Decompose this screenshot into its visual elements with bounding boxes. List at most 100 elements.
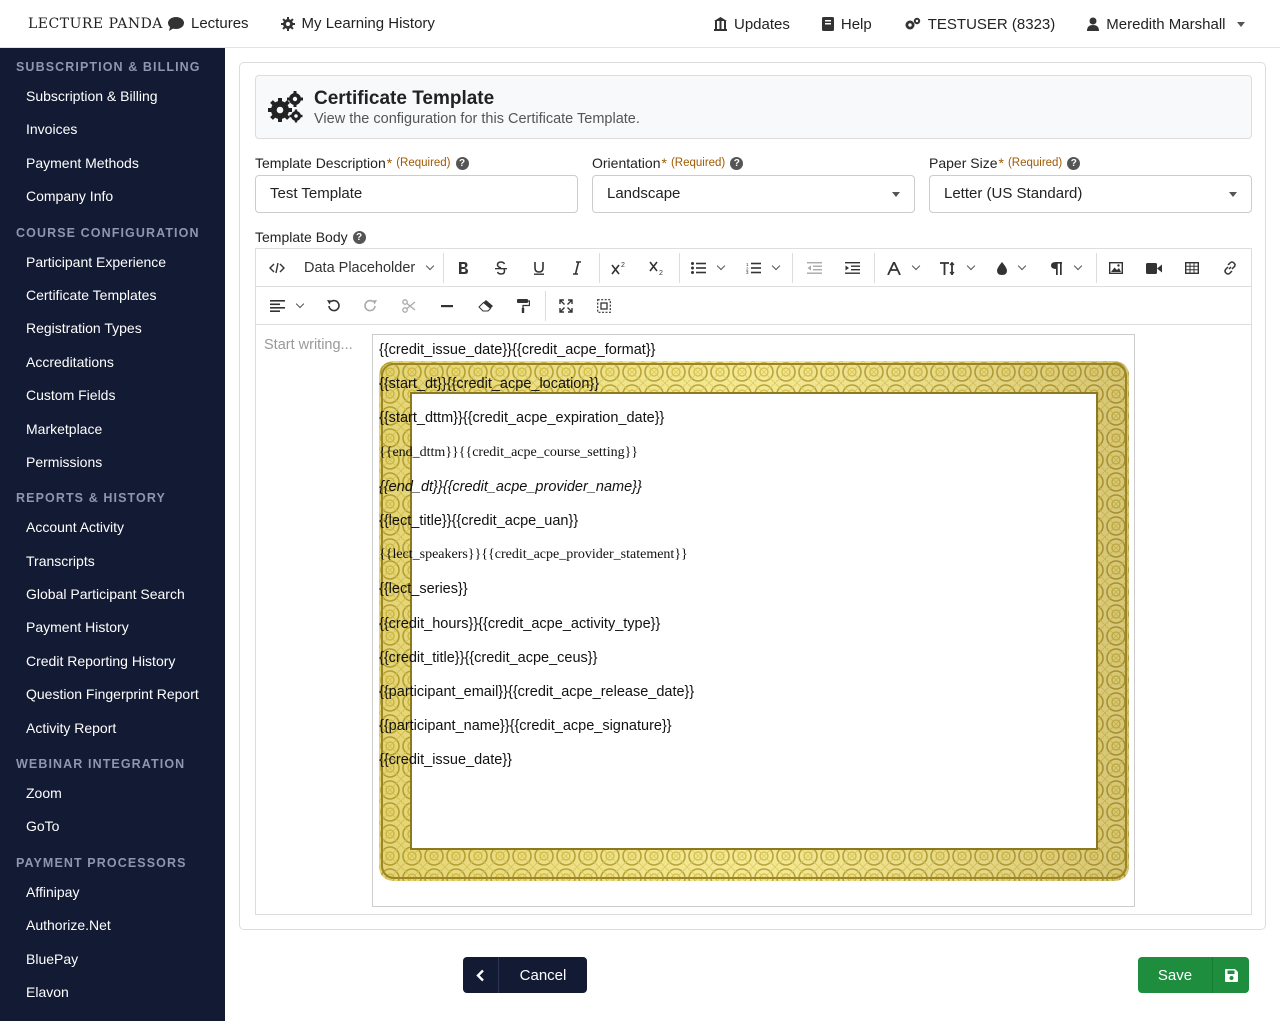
template-placeholder-line[interactable]: {{end_dttm}}{{credit_acpe_course_setting… [379, 445, 638, 461]
insert-link-button[interactable] [1212, 249, 1248, 287]
cogs-icon [905, 17, 920, 30]
sidebar-item-affinipay[interactable]: Affinipay [0, 876, 225, 909]
cut-button[interactable] [391, 287, 427, 325]
select-all-button[interactable] [586, 287, 622, 325]
sidebar-item-account-activity[interactable]: Account Activity [0, 511, 225, 544]
sidebar-item-zoom[interactable]: Zoom [0, 777, 225, 810]
strikethrough-button[interactable] [483, 249, 519, 287]
help-icon[interactable]: ? [352, 230, 366, 244]
horizontal-rule-button[interactable] [429, 287, 465, 325]
nav-updates[interactable]: Updates [714, 16, 790, 33]
nav-user-menu[interactable]: Meredith Marshall [1087, 16, 1245, 33]
help-icon[interactable]: ? [1067, 156, 1081, 170]
fullscreen-button[interactable] [548, 287, 584, 325]
template-description-input[interactable]: Test Template [255, 175, 578, 213]
sidebar-item-credit-reporting-history[interactable]: Credit Reporting History [0, 645, 225, 678]
strikethrough-icon [495, 261, 507, 275]
sidebar-item-payment-history[interactable]: Payment History [0, 611, 225, 644]
font-size-dropdown[interactable] [931, 249, 983, 287]
template-placeholder-line[interactable]: {{credit_hours}}{{credit_acpe_activity_t… [379, 616, 660, 632]
clear-format-button[interactable] [467, 287, 503, 325]
certificate-page[interactable]: {{credit_issue_date}}{{credit_acpe_forma… [372, 334, 1135, 907]
required-text: (Required) [1007, 157, 1063, 169]
template-placeholder-line[interactable]: {{end_dt}}{{credit_acpe_provider_name}} [379, 479, 642, 495]
unordered-list-dropdown[interactable] [681, 249, 733, 287]
underline-icon [534, 262, 544, 275]
superscript-button[interactable]: 2 [601, 249, 637, 287]
nav-lectures[interactable]: Lectures [168, 15, 249, 32]
template-placeholder-line[interactable]: {{lect_title}}{{credit_acpe_uan}} [379, 513, 578, 529]
sidebar-item-payment-methods[interactable]: Payment Methods [0, 147, 225, 180]
template-placeholder-line[interactable]: {{participant_name}}{{credit_acpe_signat… [379, 718, 672, 734]
toolbar-divider [792, 253, 793, 283]
sidebar-item-authorize-net[interactable]: Authorize.Net [0, 909, 225, 942]
sidebar-item-marketplace[interactable]: Marketplace [0, 413, 225, 446]
text-color-dropdown[interactable] [877, 249, 929, 287]
data-placeholder-dropdown[interactable]: Data Placeholder [296, 249, 438, 287]
paragraph-icon [1051, 262, 1062, 275]
format-painter-button[interactable] [505, 287, 541, 325]
template-placeholder-line[interactable]: {{lect_series}} [379, 581, 468, 597]
template-placeholder-line[interactable]: {{credit_issue_date}} [379, 752, 512, 768]
sidebar-item-subscription-billing[interactable]: Subscription & Billing [0, 80, 225, 113]
sidebar-item-goto[interactable]: GoTo [0, 810, 225, 843]
template-placeholder-line[interactable]: {{lect_speakers}}{{credit_acpe_provider_… [379, 547, 688, 563]
sidebar-item-global-participant-search[interactable]: Global Participant Search [0, 578, 225, 611]
save-button[interactable]: Save [1138, 957, 1249, 993]
sidebar-item-custom-fields[interactable]: Custom Fields [0, 379, 225, 412]
redo-button[interactable] [353, 287, 389, 325]
sidebar-item-invoices[interactable]: Invoices [0, 113, 225, 146]
sidebar-item-question-fingerprint-report[interactable]: Question Fingerprint Report [0, 678, 225, 711]
indent-button[interactable] [833, 249, 871, 287]
sidebar-item-registration-types[interactable]: Registration Types [0, 312, 225, 345]
template-placeholder-line[interactable]: {{start_dt}}{{credit_acpe_location}} [379, 376, 599, 392]
outdent-button[interactable] [795, 249, 833, 287]
insert-table-button[interactable] [1174, 249, 1210, 287]
template-placeholder-line[interactable]: {{start_dttm}}{{credit_acpe_expiration_d… [379, 410, 664, 426]
description-label: Template Description * (Required)? [255, 155, 469, 171]
background-color-dropdown[interactable] [985, 249, 1037, 287]
required-star: * [386, 155, 393, 171]
sidebar-item-bluepay[interactable]: BluePay [0, 943, 225, 976]
chevron-left-icon [463, 957, 499, 993]
template-placeholder-line[interactable]: {{credit_issue_date}}{{credit_acpe_forma… [379, 342, 656, 358]
insert-video-button[interactable] [1136, 249, 1172, 287]
paper-size-label-text: Paper Size [929, 155, 998, 171]
nav-learning-history[interactable]: My Learning History [280, 15, 435, 32]
sidebar-item-elavon[interactable]: Elavon [0, 976, 225, 1009]
font-icon [887, 261, 901, 275]
italic-button[interactable] [559, 249, 595, 287]
bold-button[interactable] [445, 249, 481, 287]
nav-account[interactable]: TESTUSER (8323) [904, 16, 1055, 33]
help-icon[interactable]: ? [455, 156, 469, 170]
undo-button[interactable] [315, 287, 351, 325]
sidebar-item-company-info[interactable]: Company Info [0, 180, 225, 213]
video-icon [1146, 262, 1162, 274]
underline-button[interactable] [521, 249, 557, 287]
scissors-icon [402, 299, 416, 313]
sidebar-item-participant-experience[interactable]: Participant Experience [0, 246, 225, 279]
list-numbered-icon: 123 [746, 262, 761, 274]
sidebar-item-accreditations[interactable]: Accreditations [0, 346, 225, 379]
sidebar-item-permissions[interactable]: Permissions [0, 446, 225, 479]
template-placeholder-line[interactable]: {{credit_title}}{{credit_acpe_ceus}} [379, 650, 597, 666]
sidebar-item-transcripts[interactable]: Transcripts [0, 545, 225, 578]
ordered-list-dropdown[interactable]: 123 [735, 249, 789, 287]
subscript-button[interactable]: 2 [639, 249, 675, 287]
logo[interactable]: LECTURE PANDA [24, 12, 162, 36]
help-icon[interactable]: ? [730, 156, 744, 170]
paper-size-select[interactable]: Letter (US Standard) [929, 175, 1252, 213]
sidebar-item-activity-report[interactable]: Activity Report [0, 712, 225, 745]
template-placeholder-line[interactable]: {{participant_email}}{{credit_acpe_relea… [379, 684, 694, 700]
code-view-button[interactable] [260, 249, 294, 287]
paragraph-dropdown[interactable] [1039, 249, 1093, 287]
nav-help[interactable]: Help [821, 16, 872, 33]
orientation-select[interactable]: Landscape [592, 175, 915, 213]
insert-image-button[interactable] [1098, 249, 1134, 287]
align-dropdown[interactable] [260, 287, 312, 325]
sidebar-item-certificate-templates[interactable]: Certificate Templates [0, 279, 225, 312]
chevron-down-icon [1229, 192, 1237, 197]
toolbar-divider [599, 253, 600, 283]
cancel-button[interactable]: Cancel [463, 957, 587, 993]
svg-text:2: 2 [621, 262, 625, 269]
